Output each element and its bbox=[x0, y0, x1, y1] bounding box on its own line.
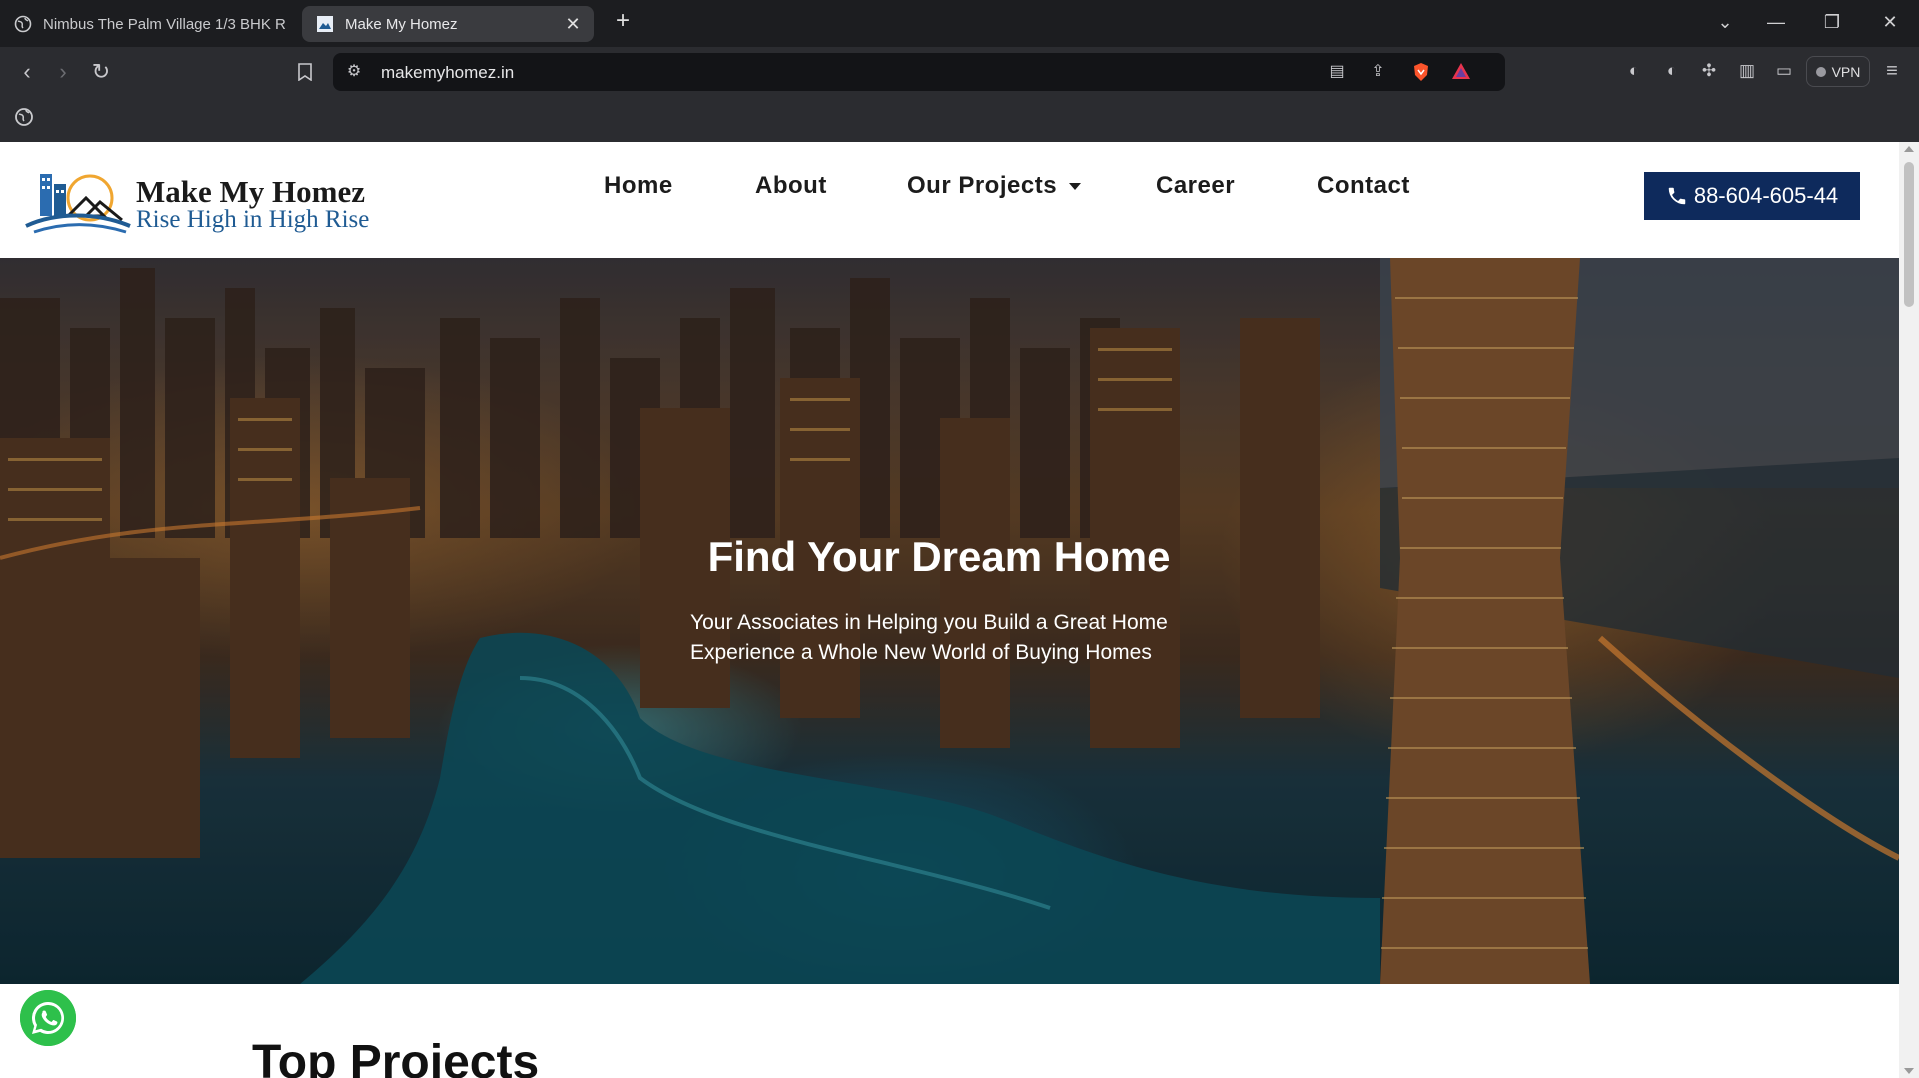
site-settings-icon[interactable]: ⚙ bbox=[343, 62, 365, 82]
tab-title: Make My Homez bbox=[345, 15, 458, 33]
scrollbar-thumb[interactable] bbox=[1904, 162, 1914, 307]
call-button[interactable]: 88-604-605-44 bbox=[1644, 172, 1860, 220]
back-button[interactable]: ‹ bbox=[14, 59, 40, 85]
tab-inactive[interactable]: Nimbus The Palm Village 1/3 BHK R bbox=[14, 6, 294, 42]
tab-search-chevron-icon[interactable]: ⌄ bbox=[1713, 10, 1737, 34]
new-tab-button[interactable]: + bbox=[612, 9, 634, 33]
tab-title: Nimbus The Palm Village 1/3 BHK R bbox=[43, 15, 286, 33]
bookmark-icon[interactable] bbox=[292, 59, 318, 85]
menu-icon[interactable]: ≡ bbox=[1880, 59, 1904, 83]
nav-our-projects[interactable]: Our Projects bbox=[907, 172, 1082, 200]
close-tab-icon[interactable]: ✕ bbox=[564, 15, 582, 33]
url-text[interactable]: makemyhomez.in bbox=[381, 63, 514, 83]
scroll-down-icon[interactable] bbox=[1904, 1068, 1914, 1074]
globe-icon[interactable] bbox=[14, 107, 34, 127]
site-header: Make My Homez Rise High in High Rise Hom… bbox=[0, 142, 1899, 258]
logo-tagline: Rise High in High Rise bbox=[136, 206, 370, 233]
nav-our-projects-label: Our Projects bbox=[907, 172, 1058, 199]
hero-subtitle: Your Associates in Helping you Build a G… bbox=[690, 608, 1168, 668]
extensions-puzzle-icon[interactable]: ✣ bbox=[1697, 59, 1721, 83]
logo-title: Make My Homez bbox=[136, 174, 365, 209]
hero-title: Find Your Dream Home bbox=[707, 533, 1171, 580]
browser-toolbar: ‹ › ↻ ⚙ makemyhomez.in ▤ ⇪ ◐ ◐ ✣ ▥ ▭ VPN… bbox=[0, 47, 1919, 96]
address-bar[interactable]: ⚙ makemyhomez.in ▤ ⇪ bbox=[333, 53, 1505, 91]
share-icon[interactable]: ⇪ bbox=[1367, 62, 1389, 82]
reader-mode-icon[interactable]: ▤ bbox=[1326, 62, 1348, 82]
hero-subtitle-line: Experience a Whole New World of Buying H… bbox=[690, 641, 1152, 664]
nav-home[interactable]: Home bbox=[604, 172, 673, 200]
nav-career[interactable]: Career bbox=[1156, 172, 1235, 200]
page-viewport: Make My Homez Rise High in High Rise Hom… bbox=[0, 142, 1899, 1078]
whatsapp-chat-button[interactable] bbox=[20, 990, 76, 1046]
forward-button[interactable]: › bbox=[50, 59, 76, 85]
wallet-icon[interactable]: ▭ bbox=[1772, 59, 1796, 83]
logo-building-icon bbox=[25, 174, 131, 234]
site-favicon-icon bbox=[316, 15, 334, 33]
restore-button[interactable]: ❐ bbox=[1820, 10, 1844, 34]
sidebar-toggle-icon[interactable]: ▥ bbox=[1735, 59, 1759, 83]
extension-icon[interactable]: ◐ bbox=[1622, 59, 1646, 83]
site-logo[interactable]: Make My Homez Rise High in High Rise bbox=[24, 166, 369, 236]
brave-rewards-icon[interactable] bbox=[1450, 62, 1472, 82]
browser-tab-bar: Nimbus The Palm Village 1/3 BHK R Make M… bbox=[0, 0, 1919, 47]
section-title: Top Projects bbox=[252, 1036, 540, 1078]
vpn-button[interactable]: VPN bbox=[1806, 56, 1870, 87]
close-window-button[interactable]: ✕ bbox=[1878, 10, 1902, 34]
brave-shields-icon[interactable] bbox=[1410, 62, 1432, 82]
minimize-button[interactable]: — bbox=[1764, 10, 1788, 34]
nav-about[interactable]: About bbox=[755, 172, 827, 200]
page-scrollbar[interactable] bbox=[1899, 142, 1919, 1078]
nav-contact[interactable]: Contact bbox=[1317, 172, 1410, 200]
extension-icon[interactable]: ◐ bbox=[1660, 59, 1684, 83]
scroll-up-icon[interactable] bbox=[1904, 146, 1914, 152]
globe-icon bbox=[14, 15, 32, 33]
hero-banner: Find Your Dream Home Your Associates in … bbox=[0, 258, 1899, 984]
vpn-status-icon bbox=[1815, 66, 1826, 77]
phone-number: 88-604-605-44 bbox=[1693, 183, 1839, 208]
hero-subtitle-line: Your Associates in Helping you Build a G… bbox=[690, 611, 1168, 634]
bookmarks-bar bbox=[0, 96, 1919, 142]
phone-icon bbox=[1668, 187, 1686, 205]
tab-active[interactable]: Make My Homez ✕ bbox=[302, 6, 594, 42]
caret-down-icon bbox=[1069, 183, 1082, 191]
reload-button[interactable]: ↻ bbox=[88, 59, 114, 85]
whatsapp-icon bbox=[20, 990, 76, 1046]
vpn-label: VPN bbox=[1831, 63, 1861, 80]
